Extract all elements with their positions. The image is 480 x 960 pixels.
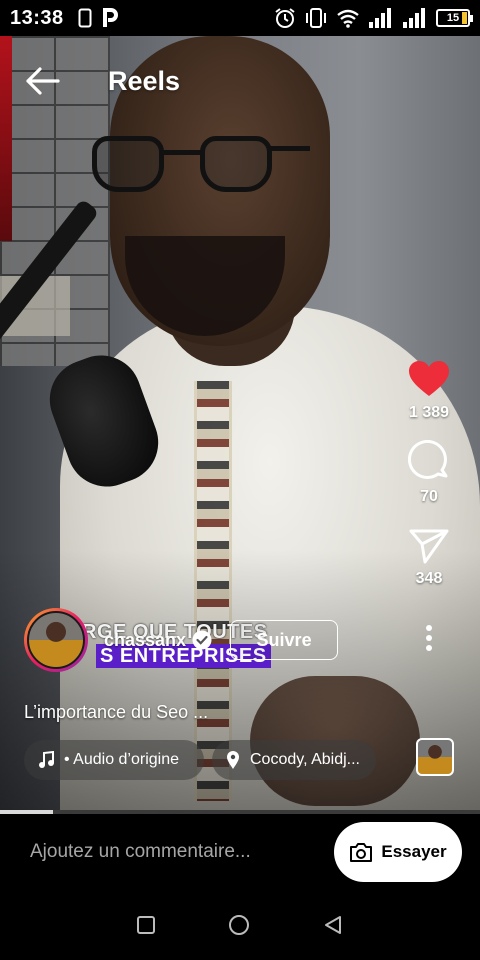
author-row: chassanx Suivre: [24, 608, 339, 672]
try-label: Essayer: [381, 842, 447, 861]
camera-icon: [350, 843, 373, 862]
like-count: 1 389: [408, 404, 450, 421]
phone-icon: [78, 8, 92, 28]
home-icon[interactable]: [227, 913, 251, 937]
signal-icon: [369, 8, 391, 28]
status-time: 13:38: [10, 6, 64, 29]
send-icon[interactable]: [409, 528, 449, 564]
action-column: 1 389 70 348: [396, 360, 462, 652]
audio-label: • Audio d’origine: [64, 751, 180, 768]
follow-button[interactable]: Suivre: [230, 620, 339, 660]
music-note-icon: [39, 751, 54, 768]
vibrate-icon: [306, 8, 326, 28]
share-action[interactable]: 348: [409, 528, 449, 588]
more-vertical-icon[interactable]: [425, 624, 433, 652]
comment-input[interactable]: [30, 841, 310, 863]
system-nav-bar: [0, 890, 480, 960]
recent-apps-icon[interactable]: [136, 915, 156, 935]
battery-icon: 15: [436, 9, 473, 27]
comment-action[interactable]: 70: [408, 440, 450, 506]
arrow-left-icon[interactable]: [24, 66, 60, 96]
back-triangle-icon[interactable]: [322, 914, 344, 936]
status-bar: 13:38 15: [0, 0, 480, 36]
avatar[interactable]: [24, 608, 88, 672]
location-label: Cocody, Abidj...: [250, 751, 360, 768]
reels-header: Reels: [0, 56, 480, 106]
like-action[interactable]: 1 389: [408, 360, 450, 422]
signal-icon: [403, 8, 425, 28]
heart-icon[interactable]: [408, 360, 450, 398]
audio-thumbnail[interactable]: [416, 738, 454, 776]
wifi-icon: [337, 9, 359, 28]
username[interactable]: chassanx: [104, 630, 186, 651]
page-title: Reels: [108, 65, 181, 96]
comment-bubble-icon[interactable]: [408, 440, 450, 482]
glasses: [92, 136, 312, 196]
battery-level: 15: [446, 12, 460, 24]
verified-badge-icon: [192, 630, 212, 650]
comment-count: 70: [420, 488, 438, 505]
location-pin-icon: [227, 751, 239, 769]
alarm-icon: [275, 8, 295, 28]
reel-description[interactable]: L’importance du Seo ...: [24, 702, 208, 723]
share-count: 348: [415, 570, 443, 587]
reel-chips: • Audio d’origine Cocody, Abidj...: [24, 740, 376, 780]
comment-bar: Essayer: [0, 814, 480, 890]
location-chip[interactable]: Cocody, Abidj...: [212, 740, 376, 780]
try-button[interactable]: Essayer: [334, 822, 462, 882]
p-app-icon: [102, 8, 118, 27]
audio-chip[interactable]: • Audio d’origine: [24, 740, 204, 780]
